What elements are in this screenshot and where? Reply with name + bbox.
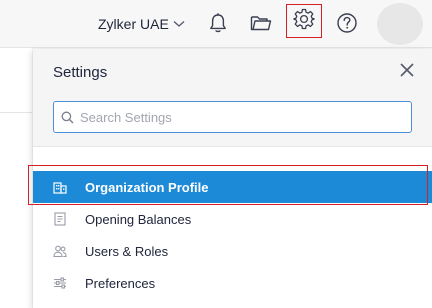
- divider: [0, 112, 32, 113]
- search-settings-field[interactable]: [53, 101, 412, 133]
- settings-menu-list: Organization Profile Opening Balances Us…: [33, 171, 432, 299]
- folder-icon[interactable]: [249, 11, 273, 35]
- menu-item-label: Users & Roles: [85, 243, 169, 259]
- org-switcher[interactable]: Zylker UAE: [98, 14, 185, 34]
- users-icon: [53, 244, 67, 258]
- menu-item-opening-balances[interactable]: Opening Balances: [33, 203, 432, 235]
- close-icon: [400, 62, 414, 82]
- org-name: Zylker UAE: [98, 16, 169, 32]
- menu-item-users-roles[interactable]: Users & Roles: [33, 235, 432, 267]
- bell-icon[interactable]: [206, 11, 230, 35]
- top-bar: Zylker UAE: [0, 0, 432, 48]
- settings-gear-button[interactable]: [286, 4, 322, 38]
- settings-panel: Settings Search Settings Organization Pr…: [33, 49, 432, 308]
- menu-item-label: Opening Balances: [85, 211, 192, 227]
- close-button[interactable]: [397, 62, 417, 82]
- gear-icon: [293, 8, 315, 35]
- background-content: [0, 48, 32, 308]
- help-icon[interactable]: [335, 11, 359, 35]
- menu-item-label: Preferences: [85, 275, 156, 291]
- sliders-icon: [53, 276, 67, 290]
- menu-item-preferences[interactable]: Preferences: [33, 267, 432, 299]
- settings-title: Settings: [53, 64, 108, 81]
- menu-item-label: Organization Profile: [85, 179, 209, 195]
- avatar[interactable]: [377, 3, 423, 45]
- search-icon: [54, 111, 80, 124]
- settings-panel-header: Settings: [33, 49, 432, 147]
- building-icon: [53, 180, 67, 194]
- chevron-down-icon: [173, 20, 185, 28]
- search-input[interactable]: [80, 109, 400, 125]
- menu-item-organization-profile[interactable]: Organization Profile: [33, 171, 432, 203]
- ledger-icon: [53, 212, 67, 226]
